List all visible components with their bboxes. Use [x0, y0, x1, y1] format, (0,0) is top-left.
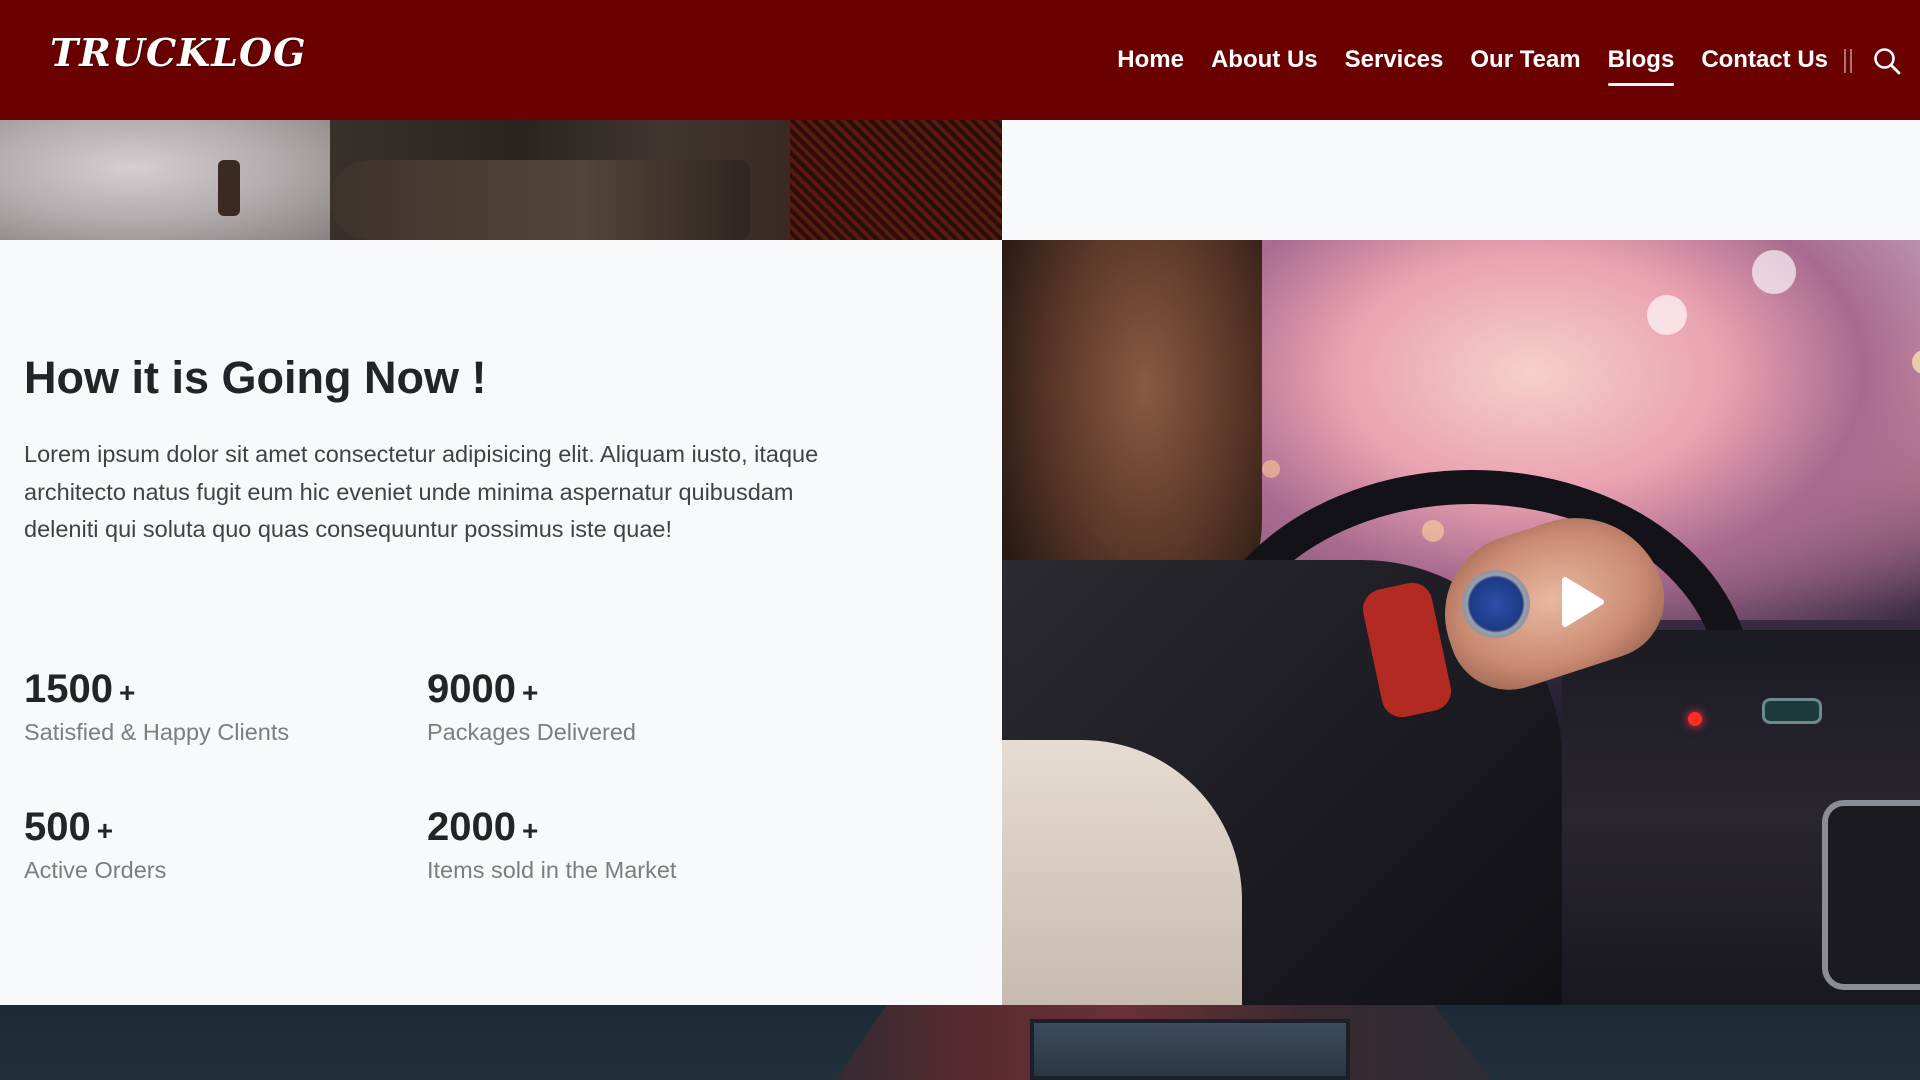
- stat-plus: +: [521, 815, 539, 846]
- stat-label: Satisfied & Happy Clients: [24, 719, 290, 745]
- play-icon[interactable]: [1549, 572, 1609, 632]
- section-title: How it is Going Now !: [24, 352, 487, 403]
- stat-item: 1500 + Satisfied & Happy Clients: [24, 667, 289, 746]
- stat-number: 1500: [24, 667, 113, 711]
- nav-divider: [1844, 49, 1852, 73]
- wristwatch: [1462, 570, 1530, 638]
- stat-number: 2000: [427, 805, 516, 849]
- nav-item-about-us[interactable]: About Us: [1211, 46, 1318, 74]
- stat-label: Packages Delivered: [427, 719, 636, 745]
- stat-plus: +: [521, 677, 539, 708]
- nav-item-services[interactable]: Services: [1345, 46, 1444, 74]
- stat-item: 2000 + Items sold in the Market: [427, 805, 676, 884]
- stat-label: Items sold in the Market: [427, 857, 677, 883]
- main-nav: Home About Us Services Our Team Blogs Co…: [1090, 0, 1828, 120]
- stat-plus: +: [118, 677, 136, 708]
- truck-photo-bottom: [0, 1005, 1920, 1080]
- stat-number: 9000: [427, 667, 516, 711]
- site-logo[interactable]: TRUCKLOG: [50, 30, 307, 75]
- nav-item-our-team[interactable]: Our Team: [1470, 46, 1580, 74]
- nav-item-blogs[interactable]: Blogs: [1607, 46, 1674, 86]
- stat-item: 500 + Active Orders: [24, 805, 166, 884]
- nav-item-contact-us[interactable]: Contact Us: [1701, 46, 1828, 74]
- stat-item: 9000 + Packages Delivered: [427, 667, 636, 746]
- nav-item-home[interactable]: Home: [1117, 46, 1184, 74]
- site-header: TRUCKLOG Home About Us Services Our Team…: [0, 0, 1920, 120]
- video-thumbnail[interactable]: [1002, 240, 1920, 1005]
- search-icon[interactable]: [1872, 46, 1902, 76]
- progress-section: How it is Going Now ! Lorem ipsum dolor …: [0, 240, 1002, 1005]
- stat-number: 500: [24, 805, 91, 849]
- necklace-pendant: [218, 160, 240, 216]
- section-description: Lorem ipsum dolor sit amet consectetur a…: [24, 441, 819, 542]
- driver-photo-top: [0, 120, 1002, 240]
- stat-label: Active Orders: [24, 857, 167, 883]
- stat-plus: +: [96, 815, 114, 846]
